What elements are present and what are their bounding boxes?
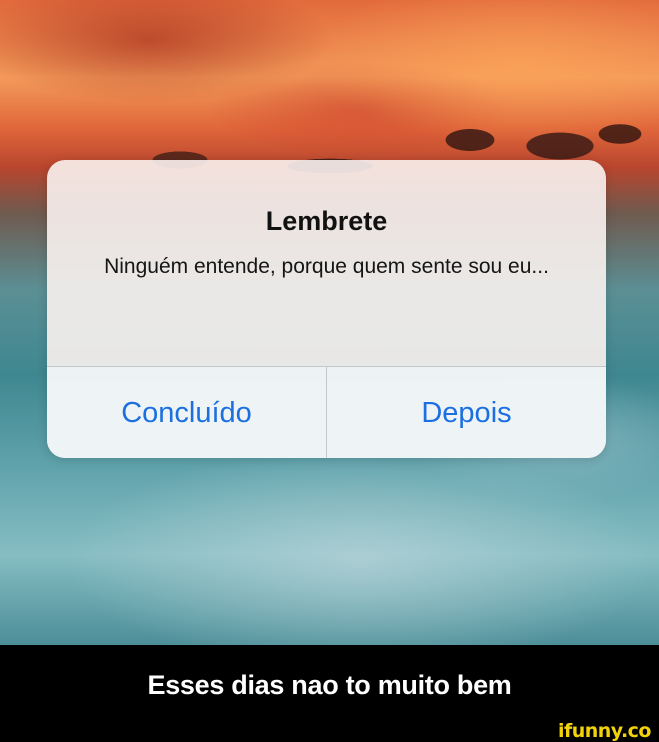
reminder-alert-dialog: Lembrete Ninguém entende, porque quem se… <box>47 160 606 458</box>
meme-caption-bar: Esses dias nao to muito bem <box>0 645 659 725</box>
alert-title: Lembrete <box>265 206 388 236</box>
ifunny-watermark: ifunny.co <box>557 720 652 742</box>
later-button[interactable]: Depois <box>326 367 606 458</box>
alert-actions: Concluído Depois <box>47 366 606 458</box>
alert-message: Ninguém entende, porque quem sente sou e… <box>104 255 549 278</box>
done-button[interactable]: Concluído <box>47 367 326 458</box>
alert-body: Lembrete Ninguém entende, porque quem se… <box>47 160 606 366</box>
meme-caption: Esses dias nao to muito bem <box>147 669 512 700</box>
